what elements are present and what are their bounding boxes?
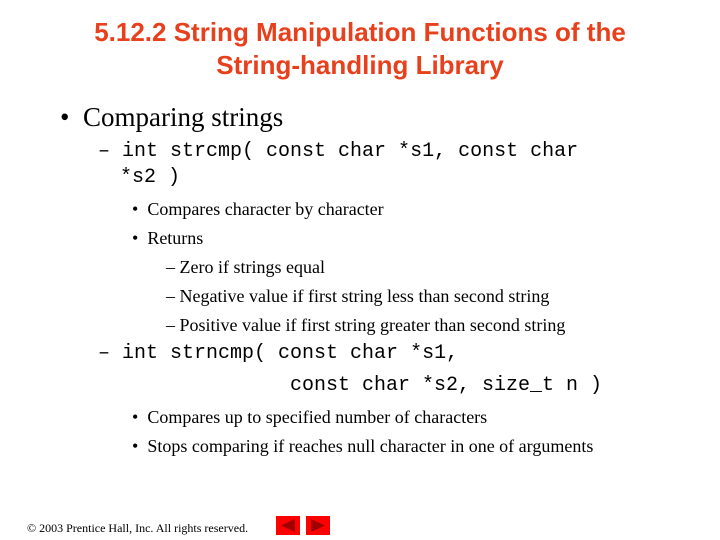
strncmp-item: • Stops comparing if reaches null charac… [132, 436, 594, 456]
bullet-comparing-strings: • Comparing strings [60, 102, 284, 132]
title-line-1: 5.12.2 String Manipulation Functions of … [94, 17, 626, 47]
triangle-right-icon [311, 519, 325, 532]
strcmp-item: • Returns [132, 228, 204, 248]
strcmp-item: • Compares character by character [132, 199, 384, 219]
code: int strcmp( const char *s1, const char [122, 140, 579, 163]
return-item: – Negative value if first string less th… [166, 286, 550, 306]
item-text: Stops comparing if reaches null characte… [147, 436, 594, 456]
title-line-2: String-handling Library [216, 50, 504, 80]
prev-slide-button[interactable] [276, 516, 300, 535]
copyright: © 2003 Prentice Hall, Inc. All rights re… [27, 521, 249, 535]
strcmp-signature-1: – int strcmp( const char *s1, const char [98, 140, 579, 163]
code: int strncmp( const char *s1, [122, 342, 459, 365]
strncmp-signature-1: – int strncmp( const char *s1, [98, 342, 459, 365]
item-text: Compares up to specified number of chara… [147, 407, 488, 427]
bullet-text: Comparing strings [82, 102, 284, 132]
item-text: Negative value if first string less than… [179, 286, 550, 306]
page-title: 5.12.2 String Manipulation Functions of … [0, 16, 720, 82]
strncmp-item: • Compares up to specified number of cha… [132, 407, 488, 427]
strcmp-signature-2: *s2 ) [120, 166, 181, 189]
return-item: – Positive value if first string greater… [166, 315, 566, 335]
triangle-left-icon [281, 519, 295, 532]
item-text: Returns [147, 228, 204, 248]
item-text: Positive value if first string greater t… [179, 315, 566, 335]
item-text: Compares character by character [147, 199, 384, 219]
strncmp-signature-2: const char *s2, size_t n ) [290, 374, 603, 397]
item-text: Zero if strings equal [179, 257, 325, 277]
return-item: – Zero if strings equal [166, 257, 325, 277]
next-slide-button[interactable] [306, 516, 330, 535]
